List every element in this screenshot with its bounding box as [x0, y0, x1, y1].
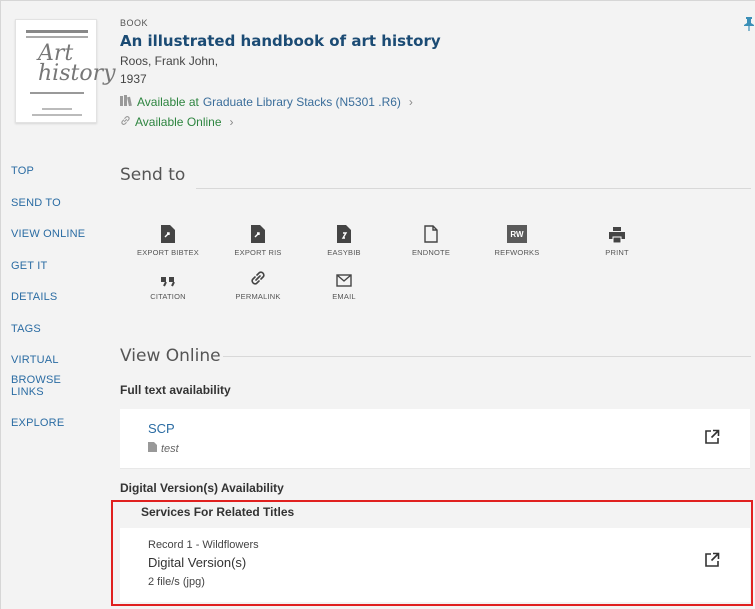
record-author: Roos, Frank John, — [120, 54, 219, 68]
link-icon — [120, 115, 131, 129]
view-online-heading: View Online — [120, 346, 221, 366]
section-divider — [196, 188, 751, 189]
nav-virtual-browse[interactable]: VIRTUAL BROWSE — [11, 350, 111, 386]
chevron-right-icon: › — [229, 115, 234, 129]
pin-icon[interactable] — [743, 17, 755, 34]
online-status: Available Online — [135, 115, 222, 129]
physical-availability[interactable]: Available at Graduate Library Stacks (N5… — [120, 95, 413, 109]
nav-explore[interactable]: EXPLORE — [11, 413, 111, 445]
book-stack-icon — [120, 95, 133, 109]
external-link-icon[interactable] — [704, 552, 720, 573]
service-link[interactable]: SCP — [148, 421, 175, 436]
print-button[interactable]: PRINT — [577, 223, 657, 257]
chevron-right-icon: › — [408, 95, 413, 109]
full-record-panel: Art history BOOK An illustrated handbook … — [0, 0, 755, 609]
section-divider — [223, 356, 751, 357]
refworks-button[interactable]: RW REFWORKS — [477, 223, 557, 257]
full-text-heading: Full text availability — [120, 383, 231, 397]
file-outline-icon — [391, 223, 471, 243]
file-export-icon — [218, 223, 298, 243]
section-nav: TOP SEND TO VIEW ONLINE GET IT DETAILS T… — [11, 161, 111, 445]
online-availability[interactable]: Available Online › — [120, 115, 234, 129]
record-type: BOOK — [120, 18, 149, 28]
nav-top[interactable]: TOP — [11, 161, 111, 193]
service-note: test — [148, 442, 179, 455]
nav-details[interactable]: DETAILS — [11, 287, 111, 319]
nav-get-it[interactable]: GET IT — [11, 256, 111, 288]
quote-icon — [128, 267, 208, 287]
permalink-button[interactable]: PERMALINK — [218, 267, 298, 301]
note-file-icon — [148, 442, 157, 455]
availability-status: Available at — [137, 95, 199, 109]
related-titles-heading: Services For Related Titles — [141, 505, 295, 519]
record-year: 1937 — [120, 72, 147, 86]
file-export-icon — [128, 223, 208, 243]
envelope-icon — [304, 267, 384, 287]
email-button[interactable]: EMAIL — [304, 267, 384, 301]
send-to-heading: Send to — [120, 165, 186, 185]
external-link-icon[interactable] — [704, 429, 720, 450]
citation-button[interactable]: CITATION — [128, 267, 208, 301]
refworks-icon: RW — [507, 225, 527, 243]
record-title[interactable]: An illustrated handbook of art history — [120, 32, 441, 50]
nav-send-to[interactable]: SEND TO — [11, 193, 111, 225]
related-record-name: Record 1 - Wildflowers — [148, 539, 259, 551]
easybib-button[interactable]: EASYBIB — [304, 223, 384, 257]
endnote-button[interactable]: ENDNOTE — [391, 223, 471, 257]
related-record-files: 2 file/s (jpg) — [148, 576, 205, 588]
service-card[interactable]: SCP test — [120, 409, 750, 469]
digital-availability-heading: Digital Version(s) Availability — [120, 481, 284, 495]
nav-view-online[interactable]: VIEW ONLINE — [11, 224, 111, 256]
related-record-title: Digital Version(s) — [148, 555, 247, 570]
nav-tags[interactable]: TAGS — [11, 319, 111, 351]
availability-location: Graduate Library Stacks (N5301 .R6) — [202, 95, 401, 109]
link-icon — [218, 267, 298, 287]
export-bibtex-button[interactable]: EXPORT BIBTEX — [128, 223, 208, 257]
related-record-card[interactable]: Record 1 - Wildflowers Digital Version(s… — [120, 528, 750, 602]
file-easybib-icon — [304, 223, 384, 243]
printer-icon — [577, 223, 657, 243]
book-cover-thumbnail[interactable]: Art history — [15, 19, 116, 123]
export-ris-button[interactable]: EXPORT RIS — [218, 223, 298, 257]
